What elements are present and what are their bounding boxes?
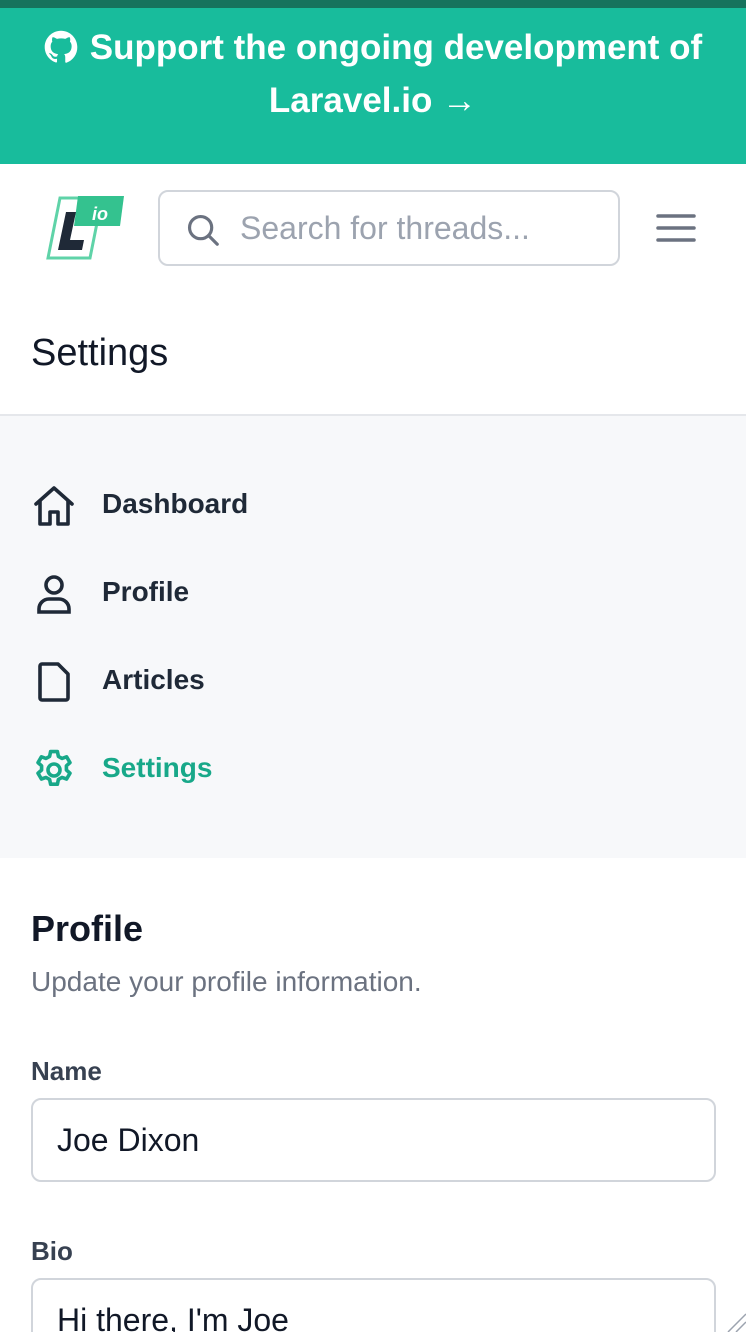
page-title-bar: Settings	[0, 292, 746, 416]
support-banner: Support the ongoing development of Larav…	[0, 8, 746, 164]
nav-item-label: Articles	[102, 664, 205, 695]
name-field[interactable]	[31, 1098, 716, 1182]
page-title: Settings	[31, 332, 169, 374]
nav-item-settings[interactable]: Settings	[30, 740, 430, 800]
nav-item-dashboard[interactable]: Dashboard	[30, 476, 430, 536]
top-accent-line	[0, 0, 746, 8]
settings-sidebar-nav: Dashboard Profile Articles Settings	[0, 416, 746, 858]
profile-section-subtitle: Update your profile information.	[31, 966, 422, 997]
github-icon	[44, 30, 78, 63]
bio-field[interactable]: Hi there, I'm Joe	[31, 1278, 716, 1332]
name-label: Name	[31, 1056, 102, 1086]
hamburger-menu-icon[interactable]	[652, 208, 700, 248]
profile-section-title: Profile	[31, 908, 144, 949]
svg-text:io: io	[92, 204, 108, 224]
search-box[interactable]	[158, 190, 620, 266]
resize-handle-icon[interactable]	[726, 1312, 746, 1332]
site-header: io	[0, 164, 746, 292]
search-input[interactable]	[240, 206, 600, 250]
nav-item-articles[interactable]: Articles	[30, 652, 430, 712]
nav-item-label: Settings	[102, 752, 213, 783]
gear-icon	[36, 749, 72, 786]
document-icon	[38, 662, 70, 702]
nav-item-label: Dashboard	[102, 488, 249, 519]
support-banner-link[interactable]: Support the ongoing development of Larav…	[44, 28, 702, 120]
nav-item-profile[interactable]: Profile	[30, 564, 430, 624]
home-icon	[34, 486, 74, 526]
search-icon	[187, 214, 219, 246]
support-banner-text: Support the ongoing development of Larav…	[89, 28, 703, 120]
bio-label: Bio	[31, 1236, 73, 1266]
nav-item-label: Profile	[102, 576, 190, 607]
laravel-io-logo[interactable]: io	[44, 194, 128, 262]
user-icon	[37, 575, 71, 614]
